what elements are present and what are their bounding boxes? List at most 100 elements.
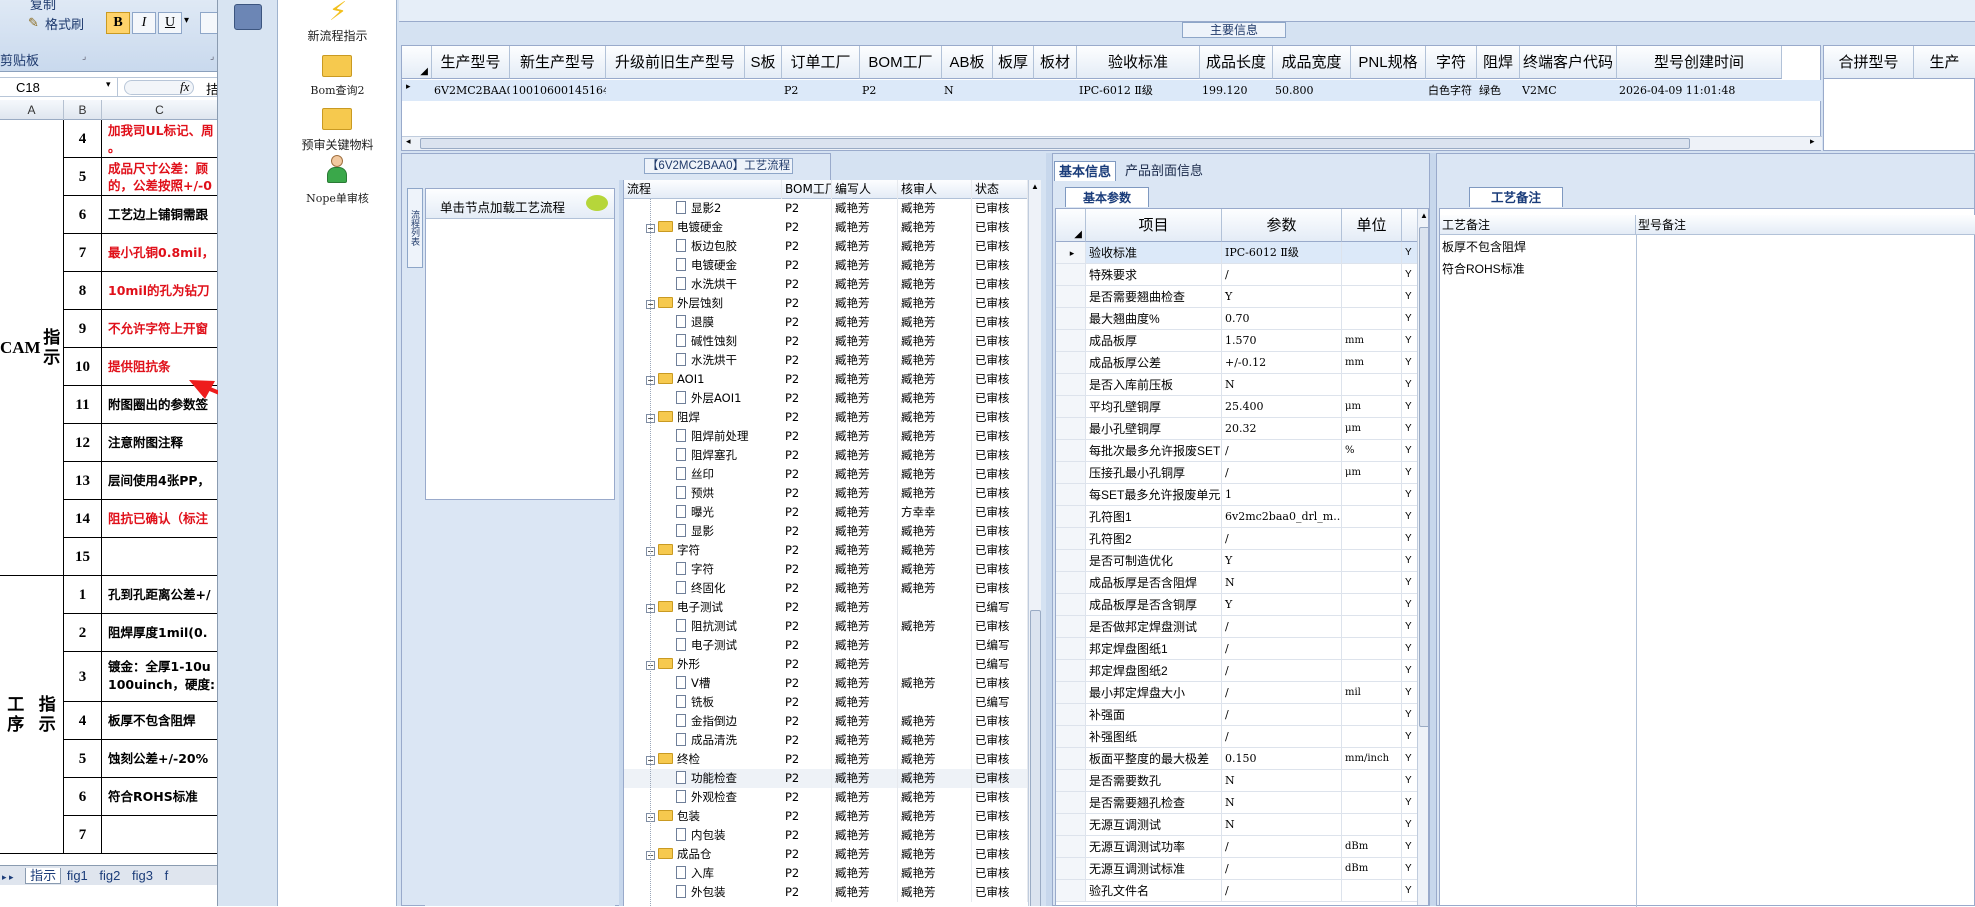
main-info-header[interactable]: AB板 (942, 46, 993, 79)
param-row[interactable]: 最小孔壁铜厚 20.32 μm Y (1056, 418, 1418, 440)
row-selector[interactable] (1056, 418, 1086, 439)
tree-row[interactable]: 成品清洗 P2 臧艳芳 臧艳芳 已审核 (624, 731, 1041, 750)
toolbox-icon[interactable] (234, 4, 262, 30)
params-header-item[interactable]: 项目 (1086, 209, 1222, 242)
combined-model-header[interactable]: 合拼型号 (1824, 46, 1914, 79)
main-info-header[interactable]: 验收标准 (1077, 46, 1200, 79)
main-info-header[interactable]: PNL规格 (1351, 46, 1426, 79)
tree-node[interactable]: 显影 (624, 522, 782, 541)
row-selector[interactable] (1056, 286, 1086, 307)
main-info-header[interactable]: S板 (745, 46, 782, 79)
excel-process-cell[interactable]: 孔到孔距离公差+/ (102, 576, 217, 614)
new-flow-instruction-link[interactable]: 新流程指示 (278, 27, 397, 44)
pre-review-materials-link[interactable]: 预审关键物料 (278, 136, 397, 153)
param-row[interactable]: 孔符图1 6v2mc2baa0_drl_m... Y (1056, 506, 1418, 528)
remarks-header-model[interactable]: 型号备注 (1636, 215, 1975, 235)
tree-node[interactable]: − 电子测试 (624, 598, 782, 617)
tree-row[interactable]: 碱性蚀刻 P2 臧艳芳 臧艳芳 已审核 (624, 332, 1041, 351)
param-row[interactable]: 邦定焊盘图纸2/ Y (1056, 660, 1418, 682)
main-info-header[interactable]: 订单工厂 (782, 46, 860, 79)
tree-node[interactable]: − AOI1 (624, 370, 782, 389)
production-header[interactable]: 生产 (1914, 46, 1975, 79)
column-header-b[interactable]: B (64, 100, 102, 120)
param-value[interactable]: Y (1222, 594, 1342, 615)
param-value[interactable]: +/-0.12 (1222, 352, 1342, 373)
tree-row[interactable]: 板边包胶 P2 臧艳芳 臧艳芳 已审核 (624, 237, 1041, 256)
formula-content[interactable]: 拮 (206, 79, 217, 98)
param-value[interactable]: 1 (1222, 484, 1342, 505)
tree-row[interactable]: − 字符 P2 臧艳芳 臧艳芳 已审核 (624, 541, 1041, 560)
params-header-value[interactable]: 参数 (1222, 209, 1342, 242)
param-value[interactable]: / (1222, 528, 1342, 549)
tree-row[interactable]: 金指倒边 P2 臧艳芳 臧艳芳 已审核 (624, 712, 1041, 731)
tree-row[interactable]: 功能检查 P2 臧艳芳 臧艳芳 已审核 (624, 769, 1041, 788)
sheet-tab-active[interactable]: 指示 (25, 868, 62, 884)
tree-row[interactable]: 阻抗测试 P2 臧艳芳 臧艳芳 已审核 (624, 617, 1041, 636)
excel-process-cell[interactable]: 板厚不包含阻焊 (102, 702, 217, 740)
row-selector[interactable] (1056, 572, 1086, 593)
tree-node[interactable]: 铣板 (624, 693, 782, 712)
tree-row[interactable]: − AOI1 P2 臧艳芳 臧艳芳 已审核 (624, 370, 1041, 389)
row-selector[interactable] (1056, 748, 1086, 769)
sheet-tab[interactable]: f (165, 868, 169, 883)
underline-dropdown-icon[interactable]: ▾ (184, 15, 189, 26)
param-row[interactable]: 最大翘曲度% 0.70 Y (1056, 308, 1418, 330)
tree-node[interactable]: V槽 (624, 674, 782, 693)
row-selector[interactable] (1056, 462, 1086, 483)
folder-icon[interactable] (322, 55, 352, 77)
main-info-cell[interactable]: P2 (862, 80, 942, 101)
param-row[interactable]: 验孔文件名 / Y (1056, 880, 1418, 902)
param-value[interactable]: / (1222, 462, 1342, 483)
main-info-header[interactable]: 成品宽度 (1273, 46, 1351, 79)
tree-row[interactable]: 铣板 P2 臧艳芳 已编写 (624, 693, 1041, 712)
param-row[interactable]: 最小邦定焊盘大小 / mil Y (1056, 682, 1418, 704)
row-selector[interactable] (1056, 374, 1086, 395)
row-selector[interactable] (1056, 704, 1086, 725)
tree-node[interactable]: − 包装 (624, 807, 782, 826)
main-info-cell[interactable]: 10010600145164 (512, 80, 606, 101)
row-selector[interactable] (1056, 638, 1086, 659)
tree-row[interactable]: − 外形 P2 臧艳芳 已编写 (624, 655, 1041, 674)
name-box-dropdown-icon[interactable]: ▾ (106, 79, 111, 90)
param-value[interactable]: 0.70 (1222, 308, 1342, 329)
tree-node[interactable]: 退膜 (624, 313, 782, 332)
excel-instruction-cell[interactable]: 加我司UL标记、周。 (102, 120, 217, 158)
param-row[interactable]: 特殊要求 / Y (1056, 264, 1418, 286)
tree-header[interactable]: 核审人 (898, 180, 972, 199)
excel-instruction-cell[interactable]: 工艺边上铺铜需跟 (102, 196, 217, 234)
param-value[interactable]: N (1222, 792, 1342, 813)
param-row[interactable]: 成品板厚是否含铜厚 Y Y (1056, 594, 1418, 616)
tree-node[interactable]: 外包装 (624, 883, 782, 902)
param-value[interactable]: / (1222, 836, 1342, 857)
main-info-header[interactable]: BOM工厂 (860, 46, 942, 79)
param-value[interactable]: / (1222, 660, 1342, 681)
scroll-up-icon[interactable]: ▲ (1031, 182, 1039, 191)
row-selector[interactable] (1056, 484, 1086, 505)
param-row[interactable]: 平均孔壁铜厚 25.400 μm Y (1056, 396, 1418, 418)
scroll-up-icon[interactable]: ▲ (1420, 211, 1428, 220)
param-row[interactable]: 每批次最多允许报废SET /% Y (1056, 440, 1418, 462)
excel-instruction-cell[interactable]: 最小孔铜0.8mil， (102, 234, 217, 272)
main-info-header[interactable]: 生产型号 (432, 46, 510, 79)
tree-node[interactable]: 终固化 (624, 579, 782, 598)
tree-row[interactable]: − 外层蚀刻 P2 臧艳芳 臧艳芳 已审核 (624, 294, 1041, 313)
tree-row[interactable]: 退膜 P2 臧艳芳 臧艳芳 已审核 (624, 313, 1041, 332)
scroll-right-icon[interactable]: ▸ (1810, 136, 1815, 147)
tree-row[interactable]: − 电子测试 P2 臧艳芳 已编写 (624, 598, 1041, 617)
param-row[interactable]: 孔符图2/ Y (1056, 528, 1418, 550)
param-value[interactable]: / (1222, 616, 1342, 637)
row-selector[interactable] (1056, 440, 1086, 461)
tree-row[interactable]: 外包装 P2 臧艳芳 臧艳芳 已审核 (624, 883, 1041, 902)
param-row[interactable]: 补强图纸 / Y (1056, 726, 1418, 748)
param-value[interactable]: N (1222, 770, 1342, 791)
tree-node[interactable]: 外观检查 (624, 788, 782, 807)
tree-node[interactable]: 丝印 (624, 465, 782, 484)
main-info-cell[interactable] (608, 80, 745, 101)
tree-node[interactable]: 电子测试 (624, 636, 782, 655)
tree-node[interactable]: 显影2 (624, 199, 782, 218)
sheet-tab[interactable]: fig2 (99, 868, 120, 883)
remarks-header-process[interactable]: 工艺备注 (1440, 215, 1636, 235)
tree-node[interactable]: 阻焊前处理 (624, 427, 782, 446)
param-value[interactable]: 6v2mc2baa0_drl_m... (1222, 506, 1342, 527)
tree-header[interactable]: 流程 (624, 180, 782, 199)
